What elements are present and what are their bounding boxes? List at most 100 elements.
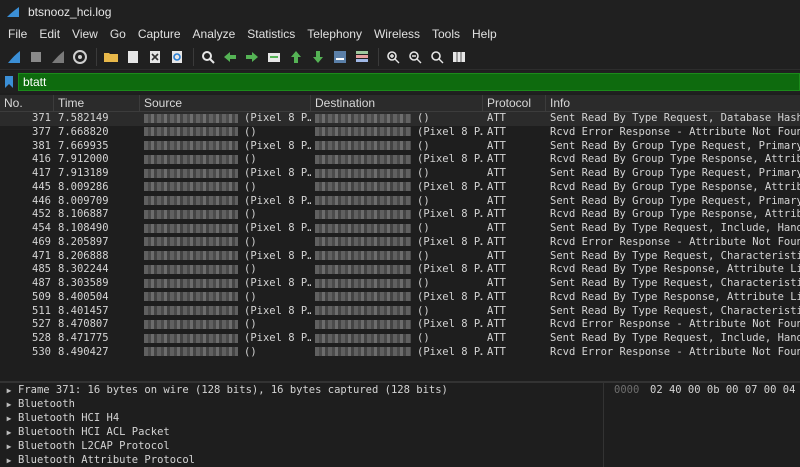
last-packet-button[interactable] xyxy=(308,47,328,67)
menu-edit[interactable]: Edit xyxy=(33,24,66,44)
menu-wireless[interactable]: Wireless xyxy=(368,24,426,44)
packet-row[interactable]: 511 8.401457 (Pixel 8 P… () ATT Sent Read By … xyxy=(0,305,800,319)
packet-row[interactable]: 471 8.206888 (Pixel 8 P… () ATT Sent Read By … xyxy=(0,250,800,264)
menu-statistics[interactable]: Statistics xyxy=(241,24,301,44)
packet-info: Rcvd Read By Group Type Response, Attrib… xyxy=(550,208,800,221)
redacted-address xyxy=(144,223,238,233)
packet-protocol: ATT xyxy=(487,332,506,344)
menu-telephony[interactable]: Telephony xyxy=(301,24,368,44)
packet-destination: (Pixel 8 P… xyxy=(311,126,483,140)
packet-row[interactable]: 381 7.669935 (Pixel 8 P… () ATT Sent Read By … xyxy=(0,140,800,154)
find-packet-button[interactable] xyxy=(198,47,218,67)
packet-row[interactable]: 487 8.303589 (Pixel 8 P… () ATT Sent Read By … xyxy=(0,277,800,291)
display-filter-input[interactable] xyxy=(18,73,800,91)
go-back-button[interactable] xyxy=(220,47,240,67)
go-forward-button[interactable] xyxy=(242,47,262,67)
open-file-button[interactable] xyxy=(101,47,121,67)
packet-row[interactable]: 371 7.582149 (Pixel 8 P… () ATT Sent Read By … xyxy=(0,112,800,126)
column-header-destination[interactable]: Destination xyxy=(311,95,483,111)
menu-go[interactable]: Go xyxy=(104,24,132,44)
column-header-info[interactable]: Info xyxy=(546,95,800,111)
packet-time: 8.401457 xyxy=(58,304,109,317)
packet-row[interactable]: 485 8.302244 () (Pixel 8 P… ATT Rcvd Read By … xyxy=(0,263,800,277)
packet-info: Sent Read By Type Request, Include, Hand… xyxy=(550,332,800,344)
column-header-no[interactable]: No. xyxy=(0,95,54,111)
detail-label: Bluetooth Attribute Protocol xyxy=(18,454,196,466)
colorize-button[interactable] xyxy=(352,47,372,67)
packet-row[interactable]: 452 8.106887 () (Pixel 8 P… ATT Rcvd Read By … xyxy=(0,208,800,222)
expand-arrow-icon[interactable]: ▶ xyxy=(0,400,18,409)
detail-row-hci-h4[interactable]: ▶ Bluetooth HCI H4 xyxy=(0,411,603,425)
packet-row[interactable]: 417 7.913189 (Pixel 8 P… () ATT Sent Read By … xyxy=(0,167,800,181)
first-packet-button[interactable] xyxy=(286,47,306,67)
bookmark-icon[interactable] xyxy=(4,75,14,89)
arrow-up-icon xyxy=(291,50,301,63)
column-header-time[interactable]: Time xyxy=(54,95,140,111)
zoom-reset-button[interactable] xyxy=(427,47,447,67)
packet-row[interactable]: 377 7.668820 () (Pixel 8 P… ATT Rcvd Error Re… xyxy=(0,126,800,140)
packet-no: 471 xyxy=(32,249,51,262)
packet-row[interactable]: 527 8.470807 () (Pixel 8 P… ATT Rcvd Error Re… xyxy=(0,318,800,332)
detail-row-l2cap[interactable]: ▶ Bluetooth L2CAP Protocol xyxy=(0,439,603,453)
redacted-address xyxy=(144,182,238,192)
column-header-source[interactable]: Source xyxy=(140,95,311,111)
packet-row[interactable]: 445 8.009286 () (Pixel 8 P… ATT Rcvd Read By … xyxy=(0,181,800,195)
packet-protocol: ATT xyxy=(487,345,506,358)
menu-file[interactable]: File xyxy=(2,24,33,44)
detail-label: Bluetooth L2CAP Protocol xyxy=(18,440,170,452)
detail-row-hci-acl[interactable]: ▶ Bluetooth HCI ACL Packet xyxy=(0,425,603,439)
menu-help[interactable]: Help xyxy=(466,24,503,44)
packet-details-pane[interactable]: ▶ Frame 371: 16 bytes on wire (128 bits),… xyxy=(0,383,603,467)
wireshark-fin-icon xyxy=(7,7,19,17)
go-to-packet-button[interactable] xyxy=(264,47,284,67)
packet-row[interactable]: 530 8.490427 () (Pixel 8 P… ATT Rcvd Error Re… xyxy=(0,346,800,360)
hex-bytes[interactable]: 02 40 00 0b 00 07 00 04 xyxy=(650,384,795,396)
menu-capture[interactable]: Capture xyxy=(132,24,187,44)
packet-row[interactable]: 528 8.471775 (Pixel 8 P… () ATT Sent Read By … xyxy=(0,332,800,346)
capture-options-button[interactable] xyxy=(70,47,90,67)
packet-info: Sent Read By Type Request, Characteristi… xyxy=(550,304,800,317)
detail-row-frame[interactable]: ▶ Frame 371: 16 bytes on wire (128 bits),… xyxy=(0,383,603,397)
reload-file-button[interactable] xyxy=(167,47,187,67)
device-name: () xyxy=(244,345,257,358)
device-name: () xyxy=(244,318,257,331)
packet-protocol: ATT xyxy=(487,125,506,138)
zoom-out-icon xyxy=(409,50,422,63)
packet-source: () xyxy=(140,291,311,305)
menu-view[interactable]: View xyxy=(66,24,104,44)
packet-row[interactable]: 469 8.205897 () (Pixel 8 P… ATT Rcvd Error Re… xyxy=(0,236,800,250)
packet-no: 446 xyxy=(32,194,51,207)
packet-time: 8.400504 xyxy=(58,290,109,303)
restart-capture-button[interactable] xyxy=(48,47,68,67)
close-file-button[interactable] xyxy=(145,47,165,67)
expand-arrow-icon[interactable]: ▶ xyxy=(0,428,18,437)
packet-protocol: ATT xyxy=(487,304,506,317)
start-capture-button[interactable] xyxy=(4,47,24,67)
packet-row[interactable]: 454 8.108490 (Pixel 8 P… () ATT Sent Read By … xyxy=(0,222,800,236)
zoom-out-button[interactable] xyxy=(405,47,425,67)
packet-row[interactable]: 416 7.912000 () (Pixel 8 P… ATT Rcvd Read By … xyxy=(0,153,800,167)
save-file-button[interactable] xyxy=(123,47,143,67)
expand-arrow-icon[interactable]: ▶ xyxy=(0,414,18,423)
packet-source: () xyxy=(140,208,311,222)
packet-row[interactable]: 509 8.400504 () (Pixel 8 P… ATT Rcvd Read By … xyxy=(0,291,800,305)
detail-row-att[interactable]: ▶ Bluetooth Attribute Protocol xyxy=(0,453,603,467)
packet-row[interactable]: 446 8.009709 (Pixel 8 P… () ATT Sent Read By … xyxy=(0,195,800,209)
detail-row-bluetooth[interactable]: ▶ Bluetooth xyxy=(0,397,603,411)
column-header-protocol[interactable]: Protocol xyxy=(483,95,546,111)
menu-tools[interactable]: Tools xyxy=(426,24,466,44)
expand-arrow-icon[interactable]: ▶ xyxy=(0,456,18,465)
packet-list[interactable]: No. Time Source Destination Protocol Inf… xyxy=(0,95,800,381)
packet-bytes-pane[interactable]: 0000 02 40 00 0b 00 07 00 04 xyxy=(603,383,800,467)
menu-analyze[interactable]: Analyze xyxy=(187,24,242,44)
expand-arrow-icon[interactable]: ▶ xyxy=(0,442,18,451)
auto-scroll-button[interactable] xyxy=(330,47,350,67)
device-name: (Pixel 8 P… xyxy=(244,222,311,234)
packet-info: Rcvd Read By Type Response, Attribute Li… xyxy=(550,290,800,303)
zoom-in-button[interactable] xyxy=(383,47,403,67)
expand-arrow-icon[interactable]: ▶ xyxy=(0,386,18,395)
packet-destination: (Pixel 8 P… xyxy=(311,181,483,195)
resize-columns-button[interactable] xyxy=(449,47,469,67)
packet-source: () xyxy=(140,263,311,277)
stop-capture-button[interactable] xyxy=(26,47,46,67)
